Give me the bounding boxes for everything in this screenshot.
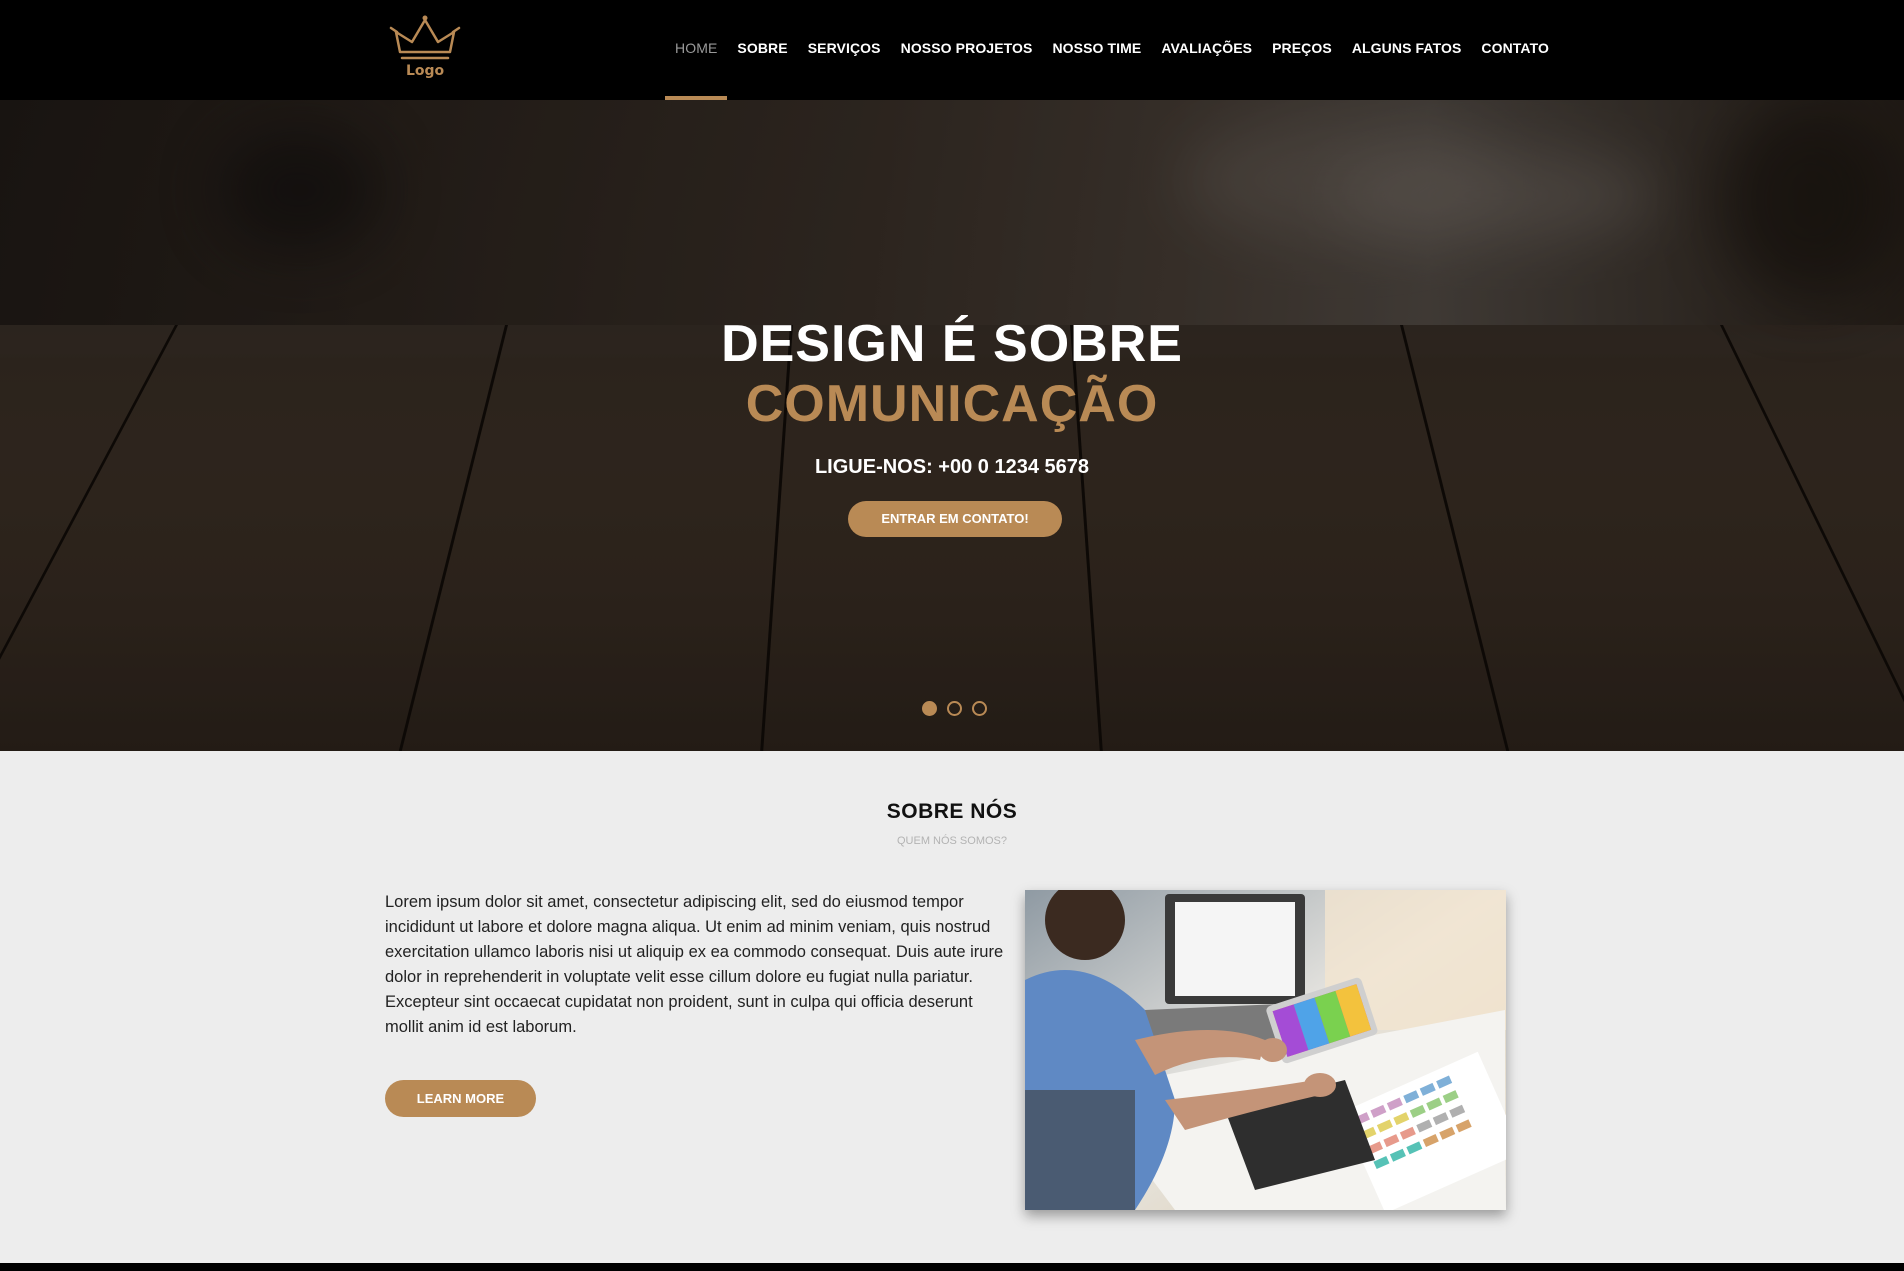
logo[interactable]: Logo: [388, 14, 462, 82]
slider-dot-3[interactable]: [972, 701, 987, 716]
hero-title-line1: DESIGN É SOBRE: [721, 315, 1183, 373]
footer-bar: [0, 1263, 1904, 1271]
slider-dots: [922, 701, 987, 716]
nav-home[interactable]: HOME: [665, 0, 728, 100]
slider-dot-1[interactable]: [922, 701, 937, 716]
nav-fatos[interactable]: ALGUNS FATOS: [1342, 0, 1472, 100]
nav-sobre[interactable]: SOBRE: [727, 0, 797, 100]
nav-contato[interactable]: CONTATO: [1471, 0, 1559, 100]
learn-more-button[interactable]: LEARN MORE: [385, 1080, 536, 1117]
nav-avaliacoes[interactable]: AVALIAÇÕES: [1151, 0, 1262, 100]
logo-text: Logo: [406, 63, 445, 79]
crown-icon: [389, 15, 461, 60]
top-navbar: Logo HOME SOBRE SERVIÇOS NOSSO PROJETOS …: [0, 0, 1904, 100]
nav-precos[interactable]: PREÇOS: [1262, 0, 1342, 100]
slider-dot-2[interactable]: [947, 701, 962, 716]
hero-title-line2: COMUNICAÇÃO: [745, 375, 1159, 433]
about-image: [1025, 890, 1506, 1210]
nav-projetos[interactable]: NOSSO PROJETOS: [891, 0, 1043, 100]
about-title: SOBRE NÓS: [886, 800, 1018, 823]
hero-phone: LIGUE-NOS: +00 0 1234 5678: [814, 456, 1090, 478]
contact-button[interactable]: ENTRAR EM CONTATO!: [848, 501, 1062, 537]
about-body: Lorem ipsum dolor sit amet, consectetur …: [385, 893, 1004, 1036]
nav-servicos[interactable]: SERVIÇOS: [798, 0, 891, 100]
designer-photo: [1025, 890, 1506, 1210]
nav-time[interactable]: NOSSO TIME: [1042, 0, 1151, 100]
about-subtitle: QUEM NÓS SOMOS?: [896, 835, 1008, 847]
main-nav: HOME SOBRE SERVIÇOS NOSSO PROJETOS NOSSO…: [665, 0, 1559, 100]
